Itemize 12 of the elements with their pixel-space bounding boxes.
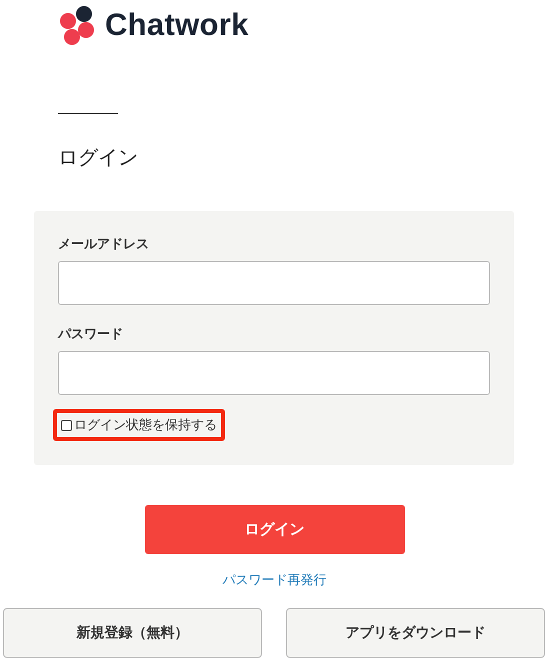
page-heading: ログイン xyxy=(58,144,138,171)
signup-button[interactable]: 新規登録（無料） xyxy=(3,608,262,658)
email-field[interactable] xyxy=(58,261,490,305)
password-reset-link[interactable]: パスワード再発行 xyxy=(222,571,326,589)
field-label: パスワード xyxy=(58,326,123,343)
field-label: メールアドレス xyxy=(58,236,149,253)
remember-checkbox[interactable] xyxy=(61,420,72,430)
download-button[interactable]: アプリをダウンロード xyxy=(286,608,545,658)
remember-label: ログイン状態を保持する xyxy=(74,417,217,434)
login-button[interactable]: ログイン xyxy=(144,505,404,554)
password-field[interactable] xyxy=(58,351,490,395)
logo-wordmark: Chatwork xyxy=(105,7,249,43)
